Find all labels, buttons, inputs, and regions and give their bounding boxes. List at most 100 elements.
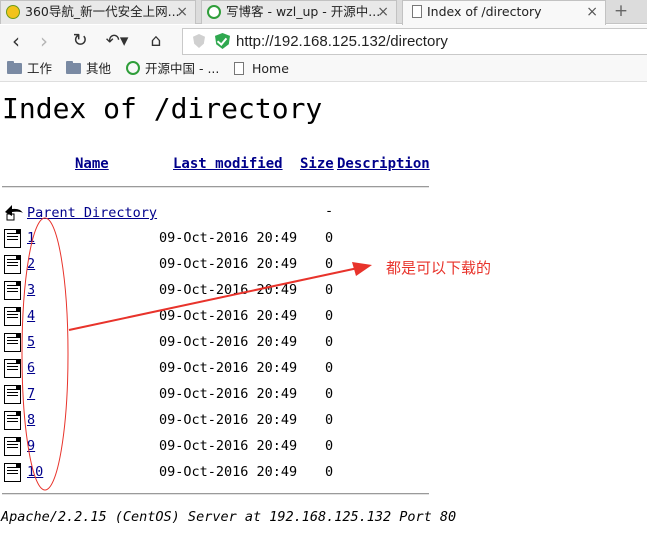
file-row: 6 09-Oct-2016 20:49 0 [0, 356, 440, 382]
bookmark-label: 开源中国 - ... [145, 61, 220, 76]
file-link[interactable]: 8 [27, 412, 35, 428]
bookmark-home[interactable]: Home [234, 57, 289, 80]
undo-arrow-icon: ↶▾ [105, 31, 129, 51]
new-tab-button[interactable]: + [606, 0, 636, 24]
text-file-icon [4, 255, 21, 274]
page-icon [234, 62, 244, 75]
text-file-icon [4, 281, 21, 300]
parent-directory-row: Parent Directory - [0, 203, 440, 225]
page-content: Index of /directory Name Last modified S… [0, 83, 647, 536]
file-modified: 09-Oct-2016 20:49 [159, 360, 298, 376]
folder-icon [66, 61, 81, 74]
file-modified: 09-Oct-2016 20:49 [159, 308, 298, 324]
url-text[interactable]: http://192.168.125.132/directory [236, 29, 448, 54]
file-link[interactable]: 1 [27, 230, 35, 246]
file-size: 0 [325, 282, 334, 298]
bookmark-folder-other[interactable]: 其他 [66, 57, 111, 80]
file-row: 9 09-Oct-2016 20:49 0 [0, 434, 440, 460]
forward-button[interactable]: › [32, 28, 56, 54]
file-modified: 09-Oct-2016 20:49 [159, 230, 298, 246]
parent-size: - [325, 203, 334, 219]
file-row: 1 09-Oct-2016 20:49 0 [0, 226, 440, 252]
divider [2, 186, 429, 188]
file-size: 0 [325, 256, 334, 272]
shield-icon [193, 34, 205, 48]
file-modified: 09-Oct-2016 20:49 [159, 282, 298, 298]
file-link[interactable]: 7 [27, 386, 35, 402]
column-name-link[interactable]: Name [75, 156, 109, 172]
file-modified: 09-Oct-2016 20:49 [159, 412, 298, 428]
back-button[interactable]: ‹ [4, 28, 28, 54]
bookmark-label: 工作 [27, 61, 53, 76]
browser-toolbar: ‹ › ↻ ↶▾ ⌂ http://192.168.125.132/direct… [0, 25, 647, 57]
back-folder-icon [5, 205, 23, 221]
file-link[interactable]: 10 [27, 464, 43, 480]
tab-index-directory[interactable]: Index of /directory × [402, 0, 606, 25]
file-row: 10 09-Oct-2016 20:49 0 [0, 460, 440, 486]
file-modified: 09-Oct-2016 20:49 [159, 334, 298, 350]
file-size: 0 [325, 464, 334, 480]
file-size: 0 [325, 308, 334, 324]
column-description-link[interactable]: Description [337, 156, 430, 172]
secure-check-icon [215, 33, 230, 49]
column-size-link[interactable]: Size [300, 156, 334, 172]
file-row: 7 09-Oct-2016 20:49 0 [0, 382, 440, 408]
undo-close-button[interactable]: ↶▾ [102, 28, 132, 54]
file-link[interactable]: 3 [27, 282, 35, 298]
reload-icon: ↻ [72, 30, 88, 51]
text-file-icon [4, 411, 21, 430]
text-file-icon [4, 463, 21, 482]
file-modified: 09-Oct-2016 20:49 [159, 438, 298, 454]
home-button[interactable]: ⌂ [144, 28, 168, 54]
tab-write-blog[interactable]: 写博客 - wzl_up - 开源中... × [201, 0, 397, 24]
bookmark-folder-work[interactable]: 工作 [7, 57, 52, 80]
file-size: 0 [325, 412, 334, 428]
forward-arrow-icon: › [40, 29, 48, 53]
file-link[interactable]: 4 [27, 308, 35, 324]
file-size: 0 [325, 230, 334, 246]
text-file-icon [4, 437, 21, 456]
bookmark-label: 其他 [86, 61, 112, 76]
close-icon[interactable]: × [377, 1, 389, 23]
tab-title: 写博客 - wzl_up - 开源中... [226, 4, 381, 19]
annotation-text: 都是可以下载的 [386, 259, 492, 277]
address-bar[interactable]: http://192.168.125.132/directory [182, 28, 647, 55]
text-file-icon [4, 307, 21, 326]
text-file-icon [4, 229, 21, 248]
file-row: 5 09-Oct-2016 20:49 0 [0, 330, 440, 356]
file-size: 0 [325, 360, 334, 376]
file-size: 0 [325, 334, 334, 350]
bookmarks-bar: 工作 其他 开源中国 - ... Home [0, 57, 647, 82]
file-row: 4 09-Oct-2016 20:49 0 [0, 304, 440, 330]
column-last-modified-link[interactable]: Last modified [173, 156, 283, 172]
text-file-icon [4, 359, 21, 378]
tab-bar: 360导航_新一代安全上网... × 写博客 - wzl_up - 开源中...… [0, 0, 647, 25]
tab-title: 360导航_新一代安全上网... [25, 4, 180, 19]
file-row: 2 09-Oct-2016 20:49 0 [0, 252, 440, 278]
divider [2, 493, 429, 495]
file-link[interactable]: 5 [27, 334, 35, 350]
page-title: Index of /directory [2, 92, 323, 125]
page-icon [412, 5, 422, 18]
bookmark-label: Home [252, 61, 289, 76]
file-row: 8 09-Oct-2016 20:49 0 [0, 408, 440, 434]
home-icon: ⌂ [150, 31, 162, 51]
bookmark-oschina[interactable]: 开源中国 - ... [126, 57, 219, 80]
cnblogs-icon [207, 5, 221, 19]
cnblogs-icon [126, 61, 140, 75]
file-link[interactable]: 9 [27, 438, 35, 454]
file-modified: 09-Oct-2016 20:49 [159, 256, 298, 272]
tab-360-nav[interactable]: 360导航_新一代安全上网... × [0, 0, 196, 24]
file-size: 0 [325, 386, 334, 402]
file-modified: 09-Oct-2016 20:49 [159, 386, 298, 402]
file-link[interactable]: 6 [27, 360, 35, 376]
server-signature: Apache/2.2.15 (CentOS) Server at 192.168… [1, 509, 457, 525]
tab-title: Index of /directory [427, 4, 542, 19]
folder-icon [7, 61, 22, 74]
close-icon[interactable]: × [586, 1, 598, 23]
parent-directory-link[interactable]: Parent Directory [27, 205, 157, 221]
360-logo-icon [6, 5, 20, 19]
close-icon[interactable]: × [176, 1, 188, 23]
file-link[interactable]: 2 [27, 256, 35, 272]
reload-button[interactable]: ↻ [68, 28, 92, 54]
